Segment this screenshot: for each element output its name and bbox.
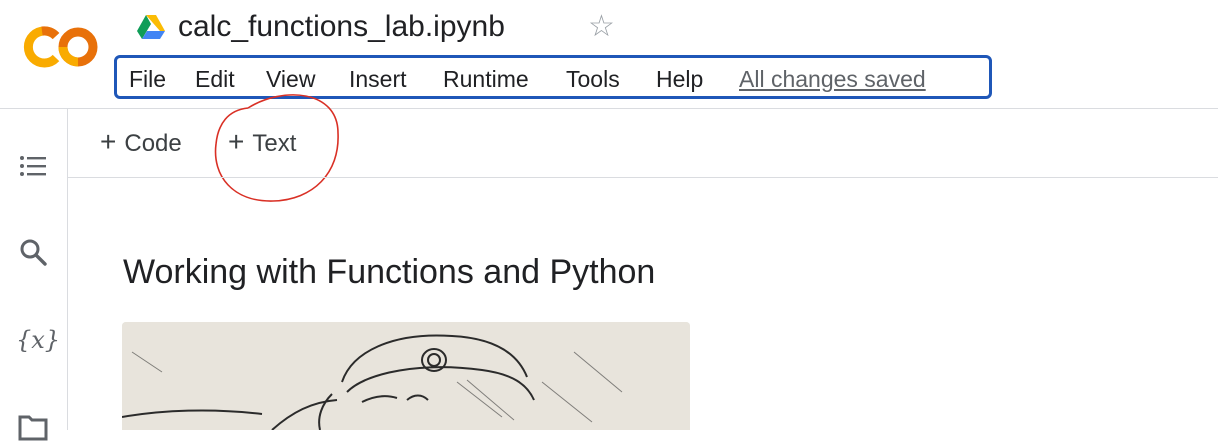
menu-bar: File Edit View Insert Runtime Tools Help… (114, 55, 992, 99)
google-drive-icon[interactable] (136, 14, 166, 40)
menu-runtime[interactable]: Runtime (443, 66, 529, 92)
menu-help[interactable]: Help (656, 66, 703, 92)
menu-tools[interactable]: Tools (566, 66, 620, 92)
left-sidebar: {x} (0, 109, 68, 441)
save-status-link[interactable]: All changes saved (739, 66, 926, 92)
add-text-label: Text (252, 130, 297, 157)
plus-icon: + (228, 126, 245, 157)
engraving-illustration (122, 322, 690, 430)
table-of-contents-icon[interactable] (16, 149, 50, 183)
plus-icon: + (100, 126, 117, 157)
variables-icon[interactable]: {x} (16, 323, 60, 357)
colab-logo[interactable] (20, 22, 100, 72)
menu-insert[interactable]: Insert (349, 66, 407, 92)
menu-edit[interactable]: Edit (195, 66, 235, 92)
notebook-title[interactable]: calc_functions_lab.ipynb (178, 8, 505, 46)
add-text-button[interactable]: + Text (228, 126, 296, 160)
toolbar-divider (68, 177, 1218, 178)
add-code-label: Code (124, 130, 182, 157)
menu-file[interactable]: File (129, 66, 166, 92)
files-icon[interactable] (16, 409, 50, 443)
add-code-button[interactable]: + Code (100, 126, 182, 160)
star-icon[interactable]: ☆ (588, 10, 615, 44)
header-divider (0, 108, 1218, 109)
menu-view[interactable]: View (266, 66, 315, 92)
notebook-heading: Working with Functions and Python (123, 253, 656, 291)
search-icon[interactable] (16, 235, 50, 269)
